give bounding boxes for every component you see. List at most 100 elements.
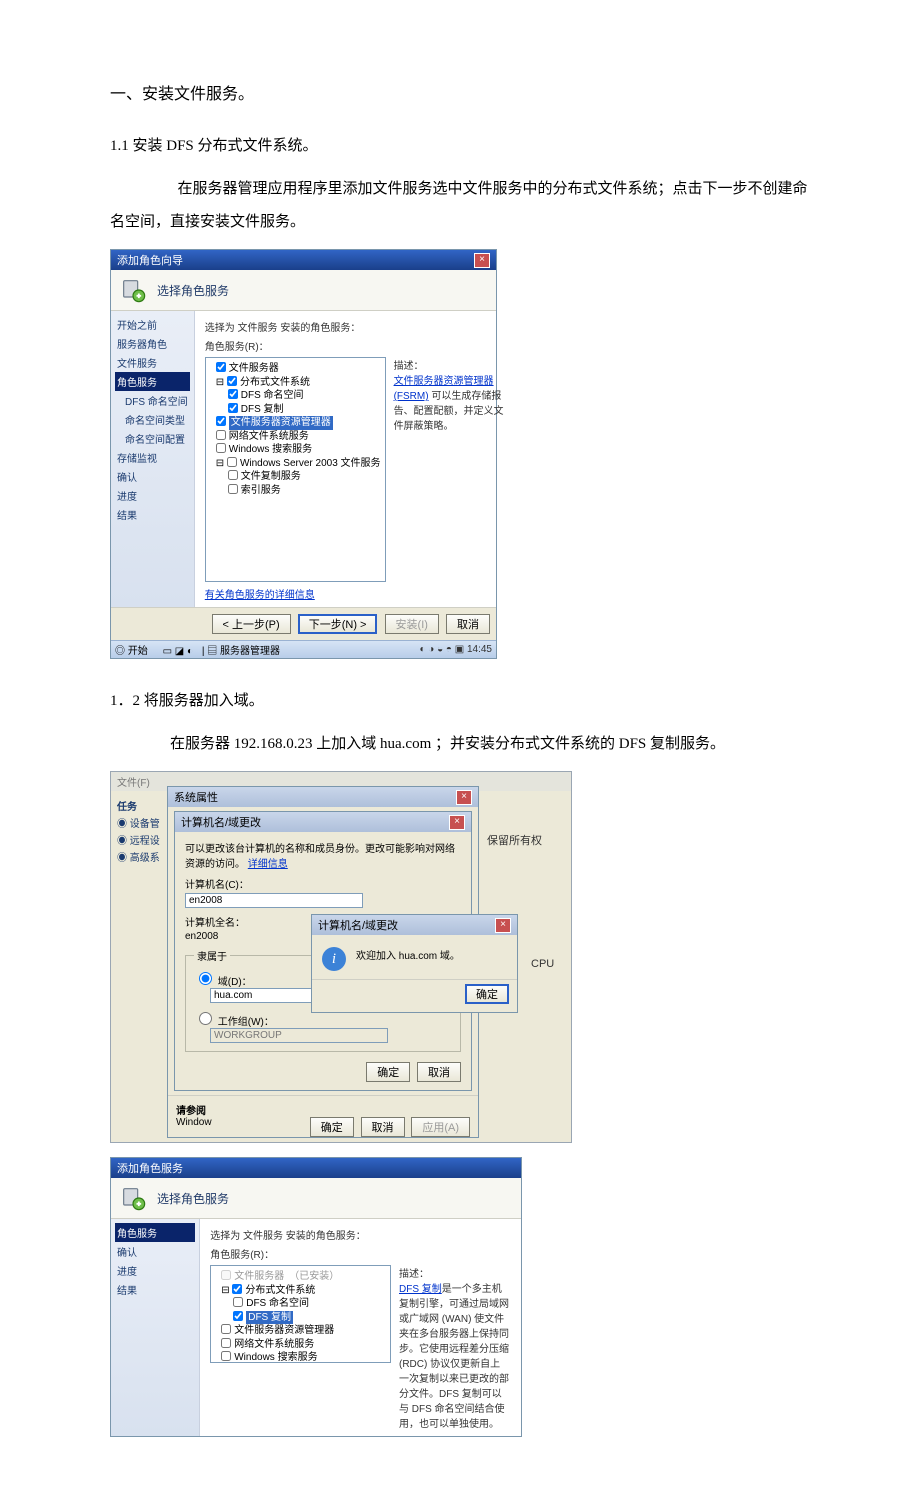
heading-1: 一、安装文件服务。: [110, 80, 810, 104]
next-button[interactable]: 下一步(N) >: [298, 614, 378, 634]
wizard-titlebar: 添加角色向导 ×: [111, 250, 496, 270]
clock: 14:45: [467, 644, 492, 655]
wizard-step[interactable]: DFS 命名空间: [115, 391, 190, 410]
role-tree[interactable]: 文件服务器 （已安装）⊟ 分布式文件系统DFS 命名空间DFS 复制 文件服务器…: [210, 1265, 391, 1363]
join-domain-shot: 文件(F) 任务 ◉ 设备管 ◉ 远程设 ◉ 高级系 保留所有权 域 CPU 系…: [110, 771, 572, 1143]
info-icon: i: [322, 947, 346, 971]
tree-node[interactable]: 文件服务器 （已安装）: [215, 1270, 386, 1284]
wizard-addrole-1: 添加角色向导 × 选择角色服务 开始之前服务器角色文件服务角色服务DFS 命名空…: [110, 249, 497, 659]
tree-node[interactable]: ⊟ 分布式文件系统: [210, 376, 381, 390]
role-tree[interactable]: 文件服务器⊟ 分布式文件系统DFS 命名空间DFS 复制 文件服务器资源管理器 …: [205, 357, 386, 582]
wizard-intro2: 角色服务(R)：: [205, 338, 508, 353]
wizard-step[interactable]: 开始之前: [115, 315, 190, 334]
wizard-step[interactable]: 结果: [115, 1280, 195, 1299]
wizard-title: 添加角色服务: [117, 1160, 183, 1176]
wizard-step[interactable]: 确认: [115, 467, 190, 486]
role-description: 描述： DFS 复制是一个多主机复制引擎，可通过局域网或广域网 (WAN) 使文…: [391, 1265, 513, 1430]
membership-legend: 隶属于: [194, 948, 230, 963]
wizard-step[interactable]: 存储监视: [115, 448, 190, 467]
taskbar-app[interactable]: 服务器管理器: [220, 646, 280, 657]
wizard-header-text: 选择角色服务: [157, 282, 229, 299]
task-item[interactable]: 高级系: [130, 853, 160, 864]
close-icon[interactable]: ×: [474, 253, 490, 268]
desc-link[interactable]: DFS 复制: [399, 1284, 442, 1295]
cancel-button[interactable]: 取消: [361, 1117, 405, 1137]
msgbox-text: 欢迎加入 hua.com 域。: [356, 947, 460, 962]
more-info-link[interactable]: 详细信息: [248, 859, 288, 870]
wizard-step[interactable]: 文件服务: [115, 353, 190, 372]
close-icon[interactable]: ×: [495, 918, 511, 933]
see-also-label: 请参阅: [176, 1106, 206, 1117]
taskbar: ◎ 开始 ▭ ◪ ◐ | ▤ 服务器管理器 ◐ ◑ ◒ ◓ ▣ 14:45: [111, 640, 496, 658]
prev-button[interactable]: < 上一步(P): [212, 614, 291, 634]
wizard-intro: 选择为 文件服务 安装的角色服务：: [205, 319, 508, 334]
ok-button[interactable]: 确定: [310, 1117, 354, 1137]
ok-button[interactable]: 确定: [366, 1062, 410, 1082]
wizard-step[interactable]: 命名空间类型: [115, 410, 190, 429]
tree-node[interactable]: Windows 搜索服务: [215, 1351, 386, 1363]
cancel-button[interactable]: 取消: [417, 1062, 461, 1082]
dlg-title-text: 系统属性: [174, 789, 218, 805]
computer-name-input[interactable]: [185, 893, 363, 908]
radio-domain[interactable]: 域(D)：: [194, 977, 252, 988]
tree-node[interactable]: DFS 复制: [210, 403, 381, 417]
tree-node[interactable]: ⊟ Windows Server 2003 文件服务: [210, 457, 381, 471]
desc-title: 描述：: [399, 1265, 509, 1280]
task-item[interactable]: 远程设: [130, 836, 160, 847]
server-icon: [119, 276, 147, 304]
tree-node[interactable]: 文件服务器资源管理器: [215, 1324, 386, 1338]
wizard-header: 选择角色服务: [111, 1178, 521, 1219]
tree-node[interactable]: DFS 命名空间: [215, 1297, 386, 1311]
more-info-link[interactable]: 有关角色服务的详细信息: [205, 586, 315, 601]
label-computer-name: 计算机名(C)：: [185, 876, 461, 891]
tree-node[interactable]: ⊟ 分布式文件系统: [215, 1284, 386, 1298]
wizard-header: 选择角色服务: [111, 270, 496, 311]
server-icon: [119, 1184, 147, 1212]
wizard-intro2: 角色服务(R)：: [210, 1246, 513, 1261]
tasks-heading: 任务: [117, 802, 137, 813]
paragraph-2: 在服务器 192.168.0.23 上加入域 hua.com ；并安装分布式文件…: [110, 728, 810, 761]
wizard-step[interactable]: 角色服务: [115, 1223, 195, 1242]
wizard-addrole-2: 添加角色服务 选择角色服务 角色服务确认进度结果 选择为 文件服务 安装的角色服…: [110, 1157, 522, 1437]
close-icon[interactable]: ×: [449, 815, 465, 830]
task-item[interactable]: 设备管: [130, 819, 160, 830]
wizard-step[interactable]: 进度: [115, 1261, 195, 1280]
close-icon[interactable]: ×: [456, 790, 472, 805]
wizard-step[interactable]: 命名空间配置: [115, 429, 190, 448]
ok-button[interactable]: 确定: [465, 984, 509, 1004]
tree-node[interactable]: DFS 复制: [215, 1311, 386, 1325]
wizard-step[interactable]: 结果: [115, 505, 190, 524]
rename-dlg-text: 可以更改该台计算机的名称和成员身份。更改可能影响对网络资源的访问。: [185, 844, 455, 870]
desc-body: 是一个多主机复制引擎，可通过局域网或广域网 (WAN) 使文件夹在多台服务器上保…: [399, 1284, 509, 1430]
paragraph-1: 在服务器管理应用程序里添加文件服务选中文件服务中的分布式文件系统；点击下一步不创…: [110, 173, 810, 239]
tree-node[interactable]: 索引服务: [210, 484, 381, 498]
wizard-steps: 开始之前服务器角色文件服务角色服务DFS 命名空间命名空间类型命名空间配置存储监…: [111, 311, 195, 607]
wizard-header-text: 选择角色服务: [157, 1190, 229, 1207]
cancel-button[interactable]: 取消: [446, 614, 490, 634]
tree-node[interactable]: 网络文件系统服务: [215, 1338, 386, 1352]
install-button: 安装(I): [385, 614, 439, 634]
heading-1-1: 1.1 安装 DFS 分布式文件系统。: [110, 134, 810, 155]
tasks-rail: 任务 ◉ 设备管 ◉ 远程设 ◉ 高级系: [117, 798, 160, 866]
tree-node[interactable]: 文件服务器资源管理器: [210, 416, 381, 430]
tree-node[interactable]: Windows 搜索服务: [210, 443, 381, 457]
radio-workgroup[interactable]: 工作组(W)：: [194, 1017, 274, 1028]
tree-node[interactable]: 文件复制服务: [210, 470, 381, 484]
wizard-title: 添加角色向导: [117, 252, 183, 268]
welcome-msgbox: 计算机名/域更改 × i 欢迎加入 hua.com 域。 确定: [311, 914, 518, 1013]
wizard-step[interactable]: 角色服务: [115, 372, 190, 391]
see-also-item: Window: [176, 1117, 212, 1128]
role-description: 描述： 文件服务器资源管理器 (FSRM) 可以生成存储报告、配置配额，并定义文…: [386, 357, 508, 582]
wizard-titlebar: 添加角色服务: [111, 1158, 521, 1178]
tree-node[interactable]: DFS 命名空间: [210, 389, 381, 403]
wizard-step[interactable]: 服务器角色: [115, 334, 190, 353]
wizard-step[interactable]: 进度: [115, 486, 190, 505]
tree-node[interactable]: 网络文件系统服务: [210, 430, 381, 444]
tree-node[interactable]: 文件服务器: [210, 362, 381, 376]
rename-dlg-title: 计算机名/域更改: [181, 814, 261, 830]
wizard-steps: 角色服务确认进度结果: [111, 1219, 200, 1436]
start-button[interactable]: ◎ 开始: [115, 646, 154, 657]
tray: ◐ ◑ ◒ ◓ ▣ 14:45: [419, 644, 492, 655]
wizard-step[interactable]: 确认: [115, 1242, 195, 1261]
side-text-1: 保留所有权: [487, 832, 542, 848]
